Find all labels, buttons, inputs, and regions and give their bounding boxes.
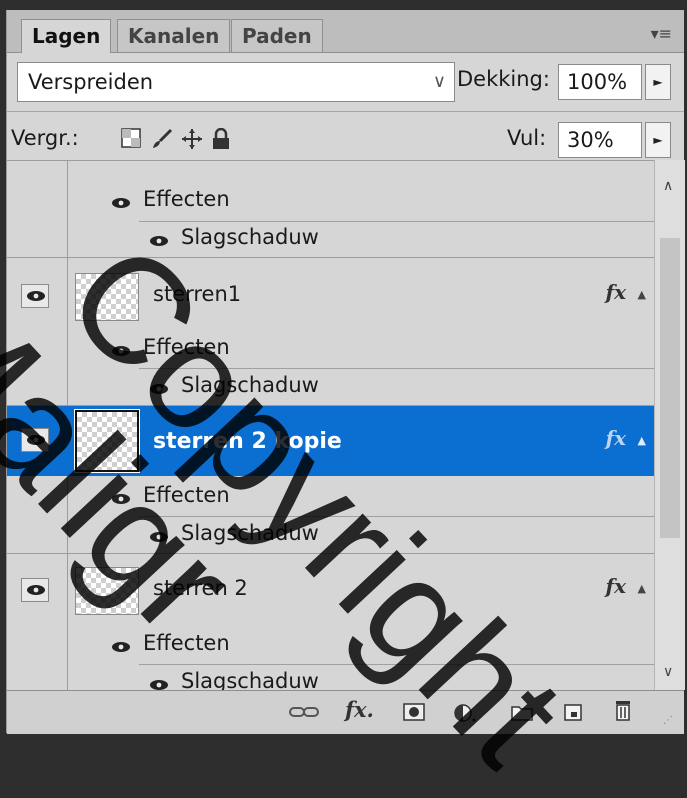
adjustment-icon[interactable] [453, 703, 477, 728]
new-layer-icon[interactable] [563, 703, 583, 726]
mask-icon[interactable] [403, 703, 425, 726]
panel-menu-icon[interactable]: ▾≡ [651, 24, 672, 43]
lock-fill-row: Vergr.: Vul: 30% ► [7, 112, 684, 166]
eye-icon[interactable] [149, 232, 169, 251]
scroll-up-icon[interactable]: ∧ [663, 178, 673, 194]
layer-visibility-toggle[interactable] [21, 578, 49, 602]
eye-icon[interactable] [149, 528, 169, 547]
effect-label: Slagschaduw [181, 521, 319, 545]
effect-label: Slagschaduw [181, 373, 319, 397]
fill-slider-button[interactable]: ► [645, 122, 671, 158]
opacity-slider-button[interactable]: ► [645, 64, 671, 100]
layer-row-sterren-2-kopie[interactable]: sterren 2 kopie fx ▲ [7, 406, 654, 476]
scroll-down-icon[interactable]: ∨ [663, 664, 673, 680]
expand-effects-icon[interactable]: ▲ [638, 582, 646, 595]
eye-icon [27, 435, 45, 445]
eye-icon[interactable] [111, 638, 131, 657]
transparency-lock-icon[interactable] [121, 128, 141, 148]
resize-grip-icon[interactable]: ⋰ [663, 715, 673, 726]
blend-opacity-row: Verspreiden ∨ Dekking: 100% ► [7, 53, 684, 111]
folder-icon[interactable] [511, 703, 533, 726]
layers-toolbar: fx. ⋰ [7, 690, 684, 734]
layer-thumbnail[interactable] [75, 273, 139, 321]
effects-row[interactable]: Effecten [7, 626, 654, 662]
layer-thumbnail[interactable] [75, 567, 139, 615]
layers-list[interactable]: Effecten Slagschaduw sterren1 fx ▲ Effec… [7, 160, 654, 690]
fx-icon[interactable]: fx [605, 280, 626, 304]
padlock-icon[interactable] [211, 127, 231, 149]
effect-row[interactable]: Slagschaduw [7, 368, 654, 404]
eye-icon[interactable] [111, 342, 131, 361]
effect-label: Slagschaduw [181, 225, 319, 249]
effects-row[interactable]: Effecten [7, 478, 654, 514]
brush-icon[interactable] [151, 128, 173, 148]
fill-label: Vul: [507, 126, 547, 150]
eye-icon[interactable] [111, 194, 131, 213]
expand-effects-icon[interactable]: ▲ [638, 288, 646, 301]
effect-row[interactable]: Slagschaduw [7, 516, 654, 552]
effects-label: Effecten [143, 631, 230, 655]
fx-icon[interactable]: fx [605, 574, 626, 598]
trash-icon[interactable] [613, 699, 633, 726]
fx-icon[interactable]: fx [605, 426, 626, 450]
tab-lagen[interactable]: Lagen [21, 19, 112, 53]
layer-visibility-toggle[interactable] [21, 428, 49, 452]
blend-mode-value: Verspreiden [28, 70, 154, 94]
layer-name[interactable]: sterren1 [153, 282, 241, 306]
expand-effects-icon[interactable]: ▲ [638, 434, 646, 447]
tab-kanalen[interactable]: Kanalen [117, 19, 231, 52]
layer-visibility-toggle[interactable] [21, 284, 49, 308]
tab-paden[interactable]: Paden [231, 19, 323, 52]
opacity-input[interactable]: 100% [558, 64, 642, 100]
scrollbar-thumb[interactable] [660, 238, 680, 538]
chevron-down-icon: ∨ [432, 71, 446, 92]
effects-label: Effecten [143, 483, 230, 507]
blend-mode-select[interactable]: Verspreiden ∨ [17, 62, 455, 102]
opacity-label: Dekking: [457, 67, 550, 91]
layer-row-sterren1[interactable]: sterren1 fx ▲ [7, 270, 654, 321]
layer-name[interactable]: sterren 2 [153, 576, 248, 600]
effect-label: Slagschaduw [181, 669, 319, 690]
layer-name[interactable]: sterren 2 kopie [153, 429, 342, 454]
eye-icon[interactable] [149, 676, 169, 690]
effects-row[interactable]: Effecten [7, 182, 654, 218]
panel-tab-bar: Lagen Kanalen Paden ▾≡ [7, 10, 684, 53]
effects-label: Effecten [143, 187, 230, 211]
fill-input[interactable]: 30% [558, 122, 642, 158]
fx-icon[interactable]: fx. [345, 697, 374, 722]
lock-label: Vergr.: [11, 126, 79, 150]
effect-row[interactable]: Slagschaduw [7, 220, 654, 256]
move-icon[interactable] [181, 128, 202, 149]
eye-icon [27, 291, 45, 301]
layer-thumbnail[interactable] [74, 409, 140, 473]
eye-icon[interactable] [149, 380, 169, 399]
effects-label: Effecten [143, 335, 230, 359]
link-icon[interactable] [289, 703, 319, 724]
layers-scrollbar[interactable]: ∧ ∨ [654, 160, 685, 690]
layer-row-sterren-2[interactable]: sterren 2 fx ▲ [7, 564, 654, 615]
layers-panel: Lagen Kanalen Paden ▾≡ Verspreiden ∨ Dek… [6, 10, 685, 734]
effects-row[interactable]: Effecten [7, 330, 654, 366]
effect-row[interactable]: Slagschaduw [7, 664, 654, 690]
eye-icon[interactable] [111, 490, 131, 509]
eye-icon [27, 585, 45, 595]
